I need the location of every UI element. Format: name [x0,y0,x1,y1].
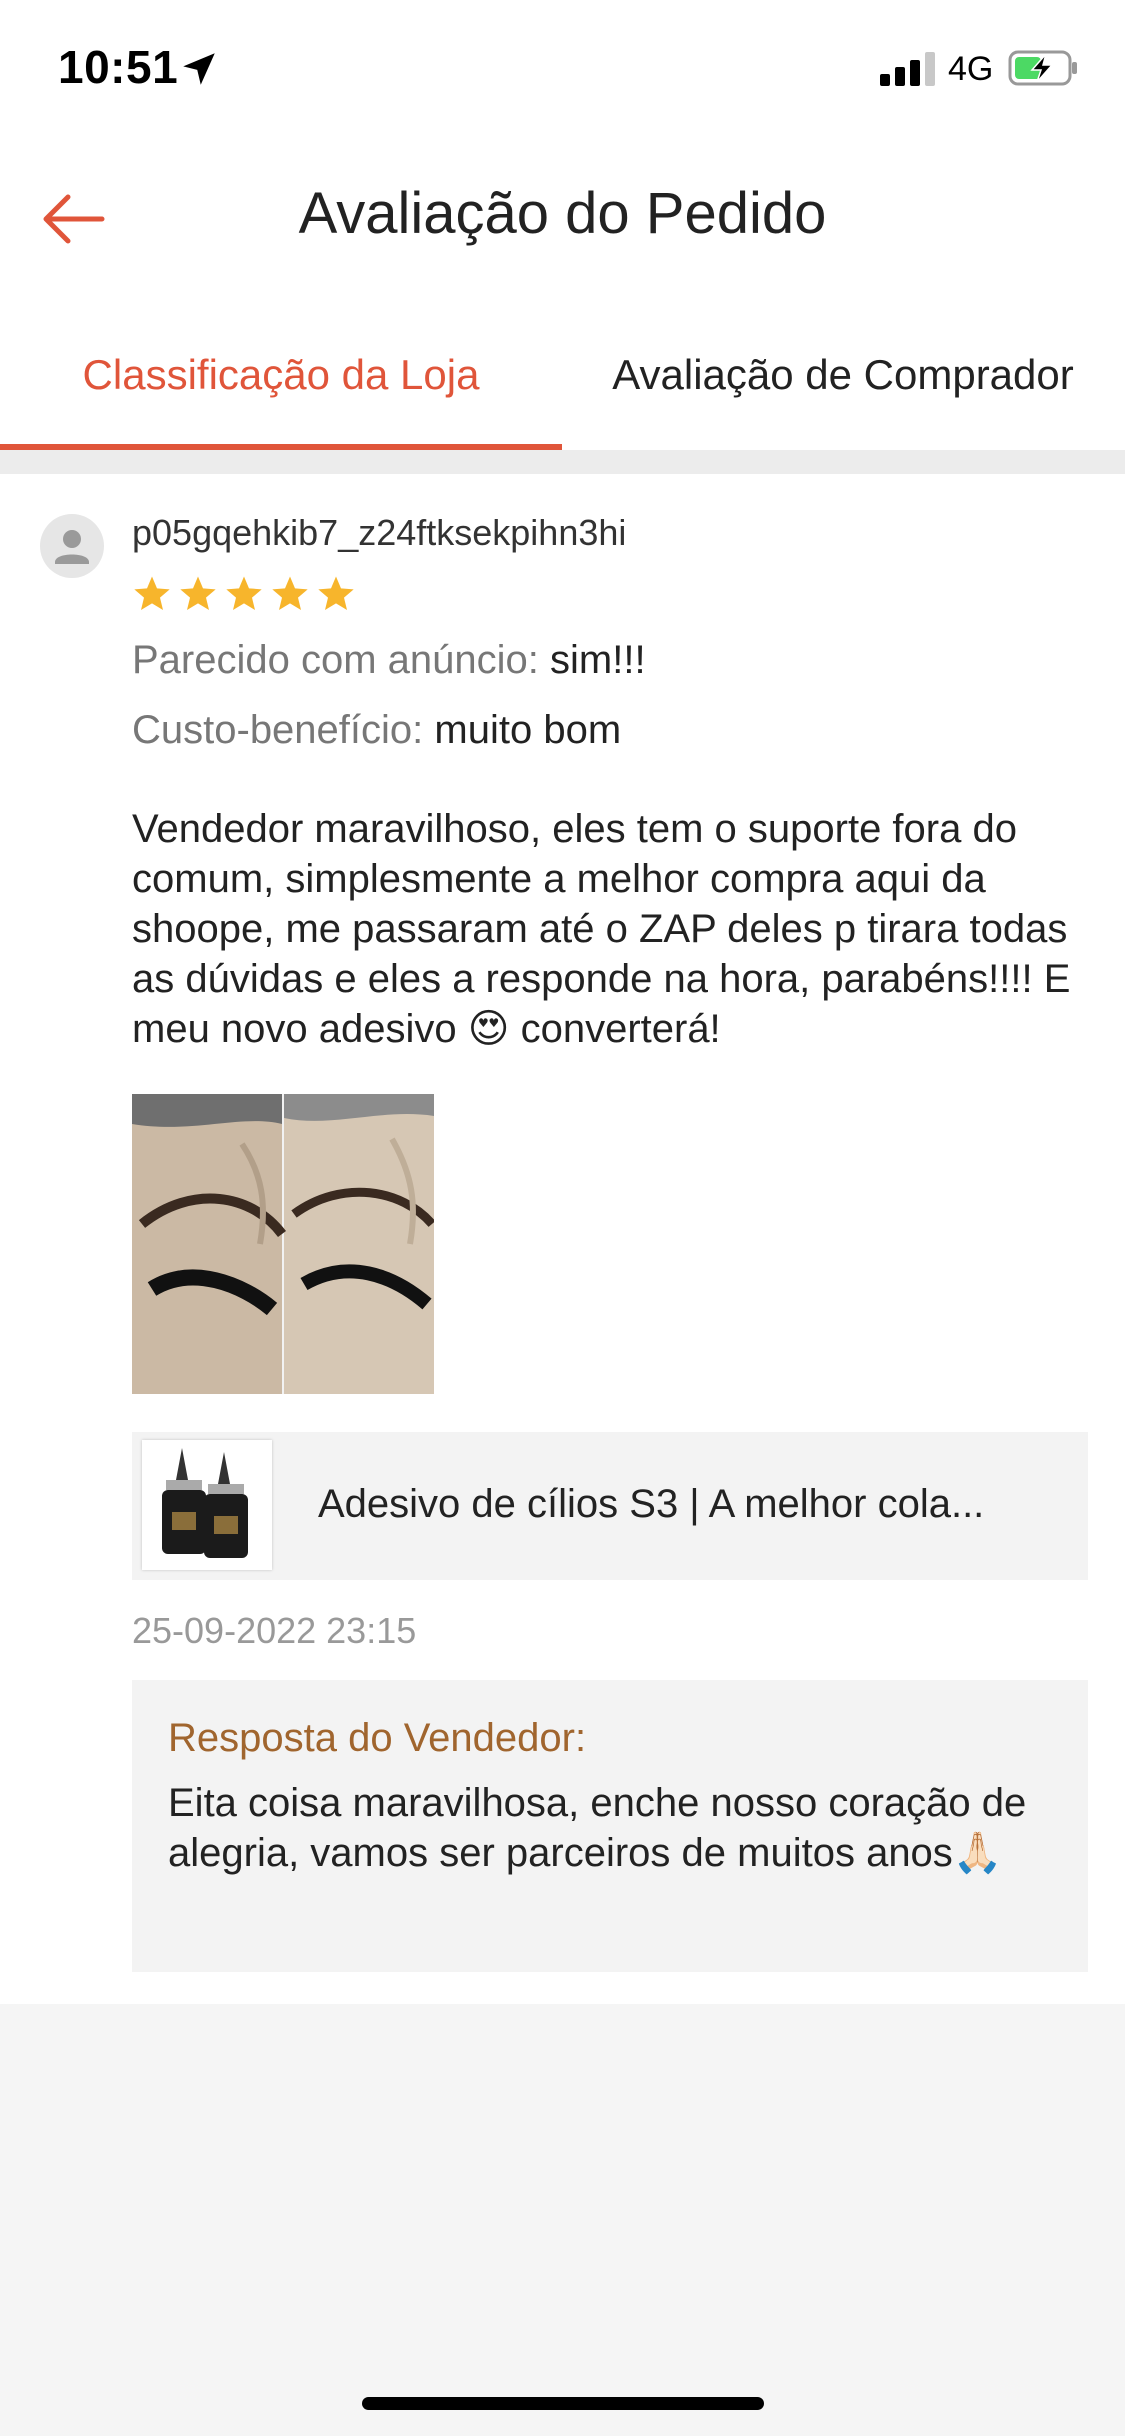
header: Avaliação do Pedido [0,140,1125,300]
glue-bottles-thumbnail [162,1448,248,1558]
tab-buyer-rating[interactable]: Avaliação de Comprador [562,300,1124,450]
user-icon [55,530,89,564]
star-rating [132,574,362,614]
page-title: Avaliação do Pedido [298,181,827,246]
review-photo[interactable] [132,1094,434,1394]
section-divider [0,450,1125,474]
product-name: Adesivo de cílios S3 | A melhor cola... [318,1482,985,1526]
star-icon [134,576,170,610]
attribute-label: Custo-benefício: [132,708,424,752]
review-attribute-value-for-money: Custo-benefício: muito bom [132,708,621,753]
product-thumbnail [142,1440,272,1570]
review-date: 25-09-2022 23:15 [132,1610,417,1651]
star-icon [318,576,354,610]
product-link[interactable]: Adesivo de cílios S3 | A melhor cola... [132,1432,1088,1580]
attribute-value: sim!!! [550,638,646,682]
tab-bar: Classificação da Loja Avaliação de Compr… [0,300,1125,450]
review-attribute-similar: Parecido com anúncio: sim!!! [132,638,646,683]
seller-reply-label: Resposta do Vendedor: [168,1716,587,1760]
review-card: p05gqehkib7_z24ftksekpihn3hi Parecido co… [0,474,1125,2004]
status-bar: 10:51 4G [0,0,1125,140]
reviewer-username: p05gqehkib7_z24ftksekpihn3hi [132,512,627,553]
attribute-value: muito bom [434,708,622,752]
tab-store-rating[interactable]: Classificação da Loja [0,300,562,450]
avatar[interactable] [40,514,104,578]
seller-reply-text: Eita coisa maravilhosa, enche nosso cora… [168,1781,1027,1875]
seller-reply: Resposta do Vendedor: Eita coisa maravil… [132,1680,1088,1972]
star-icon [272,576,308,610]
eyelash-photo-icon [132,1094,434,1394]
star-icon [180,576,216,610]
location-arrow-icon [183,53,215,85]
status-time: 10:51 [58,41,179,93]
attribute-label: Parecido com anúncio: [132,638,539,682]
review-text: Vendedor maravilhoso, eles tem o suporte… [132,807,1071,1051]
battery-charging-icon [1008,50,1077,86]
network-type: 4G [948,50,994,88]
home-indicator[interactable] [362,2397,764,2410]
star-icon [226,576,262,610]
cellular-signal-icon [880,52,935,86]
